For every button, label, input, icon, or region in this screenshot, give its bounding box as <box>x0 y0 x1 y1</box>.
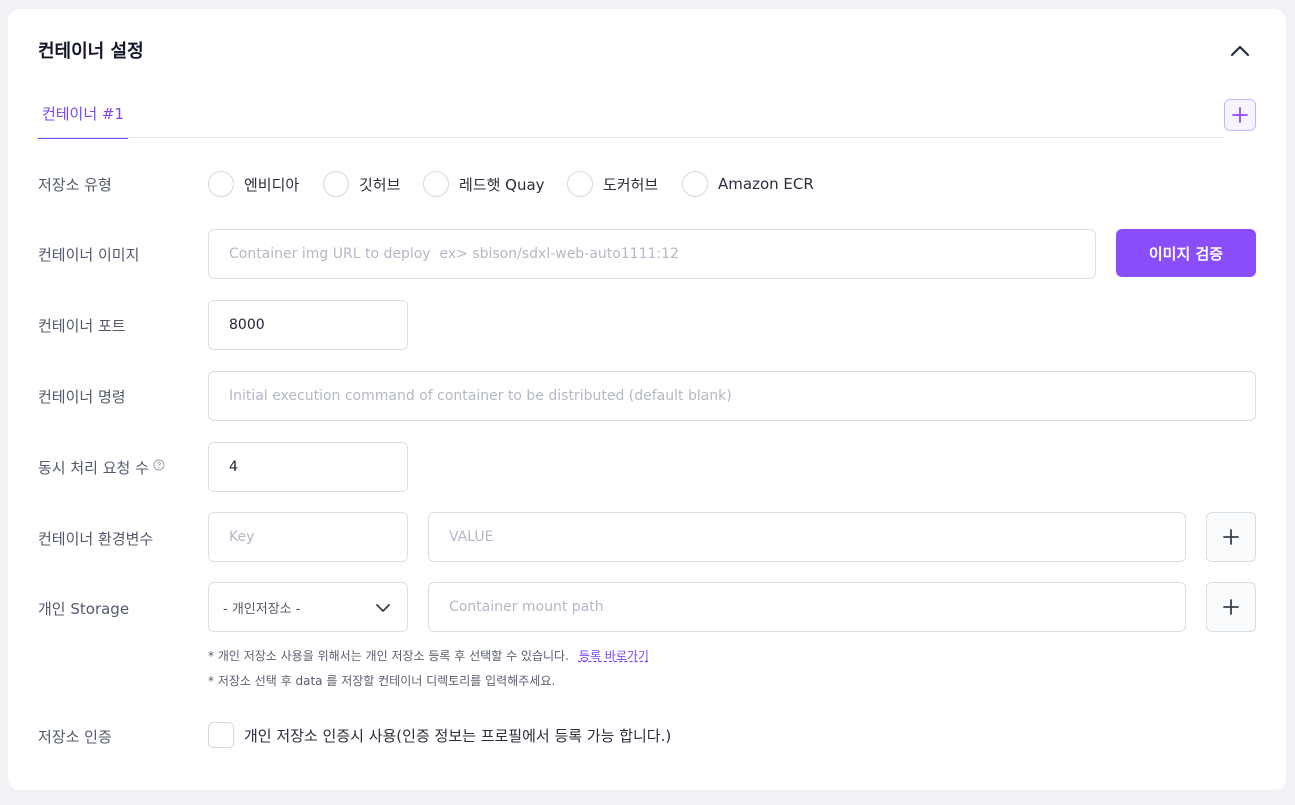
container-port-input[interactable] <box>208 300 408 350</box>
storage-auth-checkbox-label[interactable]: 개인 저장소 인증시 사용(인증 정보는 프로필에서 등록 가능 합니다.) <box>244 725 671 746</box>
radio-label: 엔비디아 <box>244 175 300 194</box>
concurrency-input[interactable] <box>208 442 408 492</box>
env-value-input[interactable] <box>428 512 1186 562</box>
mount-path-input[interactable] <box>428 582 1186 632</box>
concurrency-label: 동시 처리 요청 수 <box>38 457 165 478</box>
container-command-input[interactable] <box>208 371 1256 421</box>
radio-label: 레드햇 Quay <box>459 175 545 194</box>
tab-container-1[interactable]: 컨테이너 #1 <box>38 101 128 139</box>
container-image-input[interactable] <box>208 229 1096 279</box>
add-container-tab-button[interactable] <box>1224 99 1256 131</box>
radio-label: 깃허브 <box>359 175 401 194</box>
radio-github[interactable]: 깃허브 <box>323 171 400 197</box>
storage-help-text-2: * 저장소 선택 후 data 를 저장할 컨테이너 디렉토리를 입력해주세요. <box>208 674 556 688</box>
radio-dockerhub[interactable]: 도커허브 <box>567 171 658 197</box>
verify-image-button[interactable]: 이미지 검증 <box>1116 229 1256 277</box>
container-command-label: 컨테이너 명령 <box>38 388 126 406</box>
radio-label: 도커허브 <box>603 175 659 194</box>
add-env-button[interactable] <box>1206 512 1256 562</box>
storage-help-text-1: * 개인 저장소 사용을 위해서는 개인 저장소 등록 후 선택할 수 있습니다… <box>208 647 649 664</box>
radio-circle <box>323 171 349 197</box>
storage-select-value: - 개인저장소 - <box>223 602 301 617</box>
storage-select[interactable]: - 개인저장소 - <box>208 582 408 632</box>
radio-circle <box>423 171 449 197</box>
tab-divider <box>38 137 1224 138</box>
chevron-down-icon <box>376 604 390 612</box>
plus-icon <box>1223 529 1239 545</box>
container-image-label: 컨테이너 이미지 <box>38 246 140 264</box>
info-icon[interactable] <box>153 459 165 471</box>
radio-label: Amazon ECR <box>718 175 814 193</box>
registry-type-label: 저장소 유형 <box>38 176 112 194</box>
plus-icon <box>1223 599 1239 615</box>
storage-auth-checkbox[interactable] <box>208 722 234 748</box>
add-storage-button[interactable] <box>1206 582 1256 632</box>
storage-help-message: * 개인 저장소 사용을 위해서는 개인 저장소 등록 후 선택할 수 있습니다… <box>208 649 569 663</box>
env-vars-label: 컨테이너 환경변수 <box>38 530 154 548</box>
page-title: 컨테이너 설정 <box>38 41 144 62</box>
plus-icon <box>1232 107 1248 123</box>
radio-nvidia[interactable]: 엔비디아 <box>208 171 299 197</box>
radio-redhat-quay[interactable]: 레드햇 Quay <box>423 171 545 197</box>
env-key-input[interactable] <box>208 512 408 562</box>
radio-circle <box>208 171 234 197</box>
radio-circle <box>567 171 593 197</box>
container-settings-card: 컨테이너 설정 컨테이너 #1 저장소 유형 엔비디아 깃허브 레드햇 Quay… <box>8 9 1286 790</box>
container-port-label: 컨테이너 포트 <box>38 317 126 335</box>
radio-circle <box>682 171 708 197</box>
radio-amazon-ecr[interactable]: Amazon ECR <box>682 171 814 197</box>
personal-storage-label: 개인 Storage <box>38 600 130 618</box>
chevron-up-icon <box>1230 45 1250 57</box>
register-shortcut-link[interactable]: 등록 바로가기 <box>579 649 649 663</box>
concurrency-label-text: 동시 처리 요청 수 <box>38 459 149 477</box>
storage-auth-label: 저장소 인증 <box>38 728 112 746</box>
collapse-button[interactable] <box>1228 39 1252 63</box>
